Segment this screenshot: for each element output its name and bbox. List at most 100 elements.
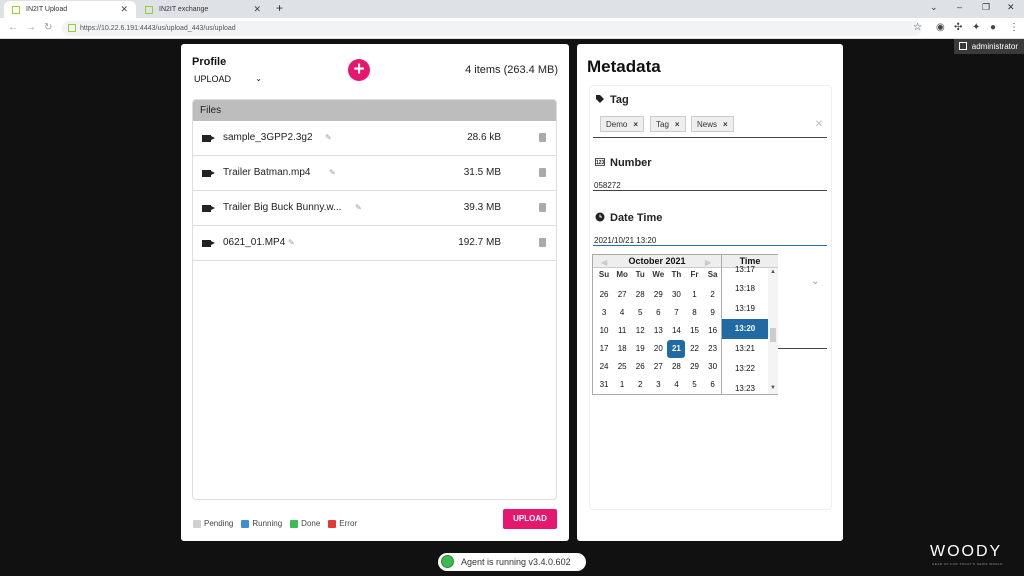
tag-input[interactable] (593, 137, 827, 138)
calendar-day-selected[interactable]: 21 (667, 340, 686, 358)
calendar-day[interactable]: 8 (685, 304, 703, 322)
calendar-day[interactable]: 28 (667, 358, 685, 376)
calendar-day[interactable]: 30 (667, 286, 685, 304)
back-icon[interactable]: ← (8, 22, 18, 33)
calendar-day[interactable]: 6 (704, 376, 722, 394)
edit-icon[interactable]: ✎ (288, 238, 295, 247)
time-option[interactable]: 13:23 (722, 379, 768, 394)
extension-icon[interactable]: ◉ (936, 22, 945, 33)
number-input[interactable] (593, 190, 827, 191)
calendar-day[interactable]: 14 (667, 322, 685, 340)
file-row[interactable]: Trailer Batman.mp4 ✎ 31.5 MB (193, 156, 556, 191)
calendar-day[interactable]: 27 (613, 286, 631, 304)
calendar-day[interactable]: 5 (631, 304, 649, 322)
calendar-day[interactable]: 29 (649, 286, 667, 304)
calendar-day[interactable]: 22 (685, 340, 703, 358)
menu-icon[interactable]: ⋮ (1009, 22, 1019, 33)
calendar-day[interactable]: 3 (649, 376, 667, 394)
site-info-icon[interactable] (68, 24, 76, 32)
extension-icon[interactable]: ✣ (954, 22, 962, 33)
calendar-day[interactable]: 29 (685, 358, 703, 376)
close-icon[interactable]: ✕ (120, 4, 128, 15)
calendar-day[interactable]: 1 (685, 286, 703, 304)
tag-chip[interactable]: Demo × (600, 116, 645, 132)
scroll-thumb[interactable] (770, 328, 776, 342)
calendar-day[interactable]: 7 (667, 304, 685, 322)
trash-icon[interactable] (539, 238, 546, 247)
new-tab-button[interactable]: + (276, 1, 283, 15)
calendar-day[interactable]: 11 (613, 322, 631, 340)
clear-icon[interactable]: ✕ (815, 119, 823, 130)
scroll-down-icon[interactable]: ▼ (770, 385, 776, 391)
tag-chip[interactable]: News × (691, 116, 734, 132)
tag-chip[interactable]: Tag × (650, 116, 686, 132)
close-icon[interactable]: ✕ (253, 4, 261, 15)
url-field[interactable]: https://10.22.6.191:4443/us/upload_443/u… (62, 21, 922, 36)
prev-month-icon[interactable]: ◀ (601, 256, 607, 269)
calendar-day[interactable]: 12 (631, 322, 649, 340)
calendar-day[interactable]: 2 (631, 376, 649, 394)
calendar-day[interactable]: 13 (649, 322, 667, 340)
calendar-day[interactable]: 20 (649, 340, 667, 358)
calendar-day[interactable]: 1 (613, 376, 631, 394)
calendar-day[interactable]: 26 (595, 286, 613, 304)
file-row[interactable]: sample_3GPP2.3g2 ✎ 28.6 kB (193, 121, 556, 156)
calendar-day[interactable]: 6 (649, 304, 667, 322)
profile-select[interactable]: UPLOAD ⌄ (194, 74, 262, 84)
datetime-input[interactable] (593, 245, 827, 246)
window-close-icon[interactable]: ✕ (1007, 2, 1015, 13)
edit-icon[interactable]: ✎ (329, 168, 336, 177)
calendar-day[interactable]: 26 (631, 358, 649, 376)
time-option[interactable]: 13:17 (722, 264, 768, 276)
calendar-day[interactable]: 15 (685, 322, 703, 340)
time-option[interactable]: 13:22 (722, 359, 768, 379)
profile-icon[interactable]: ● (990, 22, 996, 33)
calendar-day[interactable]: 3 (595, 304, 613, 322)
chevron-down-icon[interactable]: ⌄ (930, 2, 938, 13)
calendar-day[interactable]: 9 (704, 304, 722, 322)
user-badge[interactable]: administrator (953, 39, 1024, 54)
file-row[interactable]: 0621_01.MP4 ✎ 192.7 MB (193, 226, 556, 261)
bookmark-star-icon[interactable]: ☆ (913, 22, 922, 33)
time-scrollbar[interactable]: ▲ ▼ (768, 268, 778, 394)
tab-upload[interactable]: IN2IT Upload ✕ (4, 1, 136, 18)
trash-icon[interactable] (539, 168, 546, 177)
calendar-day[interactable]: 2 (704, 286, 722, 304)
reload-icon[interactable]: ↻ (44, 22, 52, 33)
calendar-day[interactable]: 25 (613, 358, 631, 376)
time-option[interactable]: 13:21 (722, 339, 768, 359)
calendar-day[interactable]: 4 (613, 304, 631, 322)
add-file-button[interactable]: + (348, 59, 370, 81)
calendar-day[interactable]: 28 (631, 286, 649, 304)
next-month-icon[interactable]: ▶ (705, 256, 711, 269)
calendar-day[interactable]: 24 (595, 358, 613, 376)
trash-icon[interactable] (539, 133, 546, 142)
close-icon[interactable]: × (633, 120, 638, 129)
time-option[interactable]: 13:18 (722, 279, 768, 299)
calendar-day[interactable]: 16 (704, 322, 722, 340)
file-row[interactable]: Trailer Big Buck Bunny.w... ✎ 39.3 MB (193, 191, 556, 226)
chevron-down-icon[interactable]: ⌄ (811, 276, 819, 287)
calendar-day[interactable]: 17 (595, 340, 613, 358)
calendar-day[interactable]: 27 (649, 358, 667, 376)
restore-icon[interactable]: ❐ (982, 2, 990, 13)
forward-icon[interactable]: → (26, 22, 36, 33)
calendar-day[interactable]: 30 (704, 358, 722, 376)
scroll-up-icon[interactable]: ▲ (770, 269, 776, 275)
minimize-icon[interactable]: – (957, 2, 962, 12)
calendar-day[interactable]: 19 (631, 340, 649, 358)
puzzle-icon[interactable]: ✦ (972, 22, 980, 33)
time-option[interactable]: 13:19 (722, 299, 768, 319)
calendar-day[interactable]: 31 (595, 376, 613, 394)
trash-icon[interactable] (539, 203, 546, 212)
close-icon[interactable]: × (675, 120, 680, 129)
calendar-day[interactable]: 18 (613, 340, 631, 358)
time-option-selected[interactable]: 13:20 (722, 319, 768, 339)
calendar-day[interactable]: 10 (595, 322, 613, 340)
edit-icon[interactable]: ✎ (325, 133, 332, 142)
tab-exchange[interactable]: IN2IT exchange ✕ (137, 1, 269, 18)
edit-icon[interactable]: ✎ (355, 203, 362, 212)
calendar-day[interactable]: 23 (704, 340, 722, 358)
upload-button[interactable]: UPLOAD (503, 509, 557, 529)
close-icon[interactable]: × (723, 120, 728, 129)
